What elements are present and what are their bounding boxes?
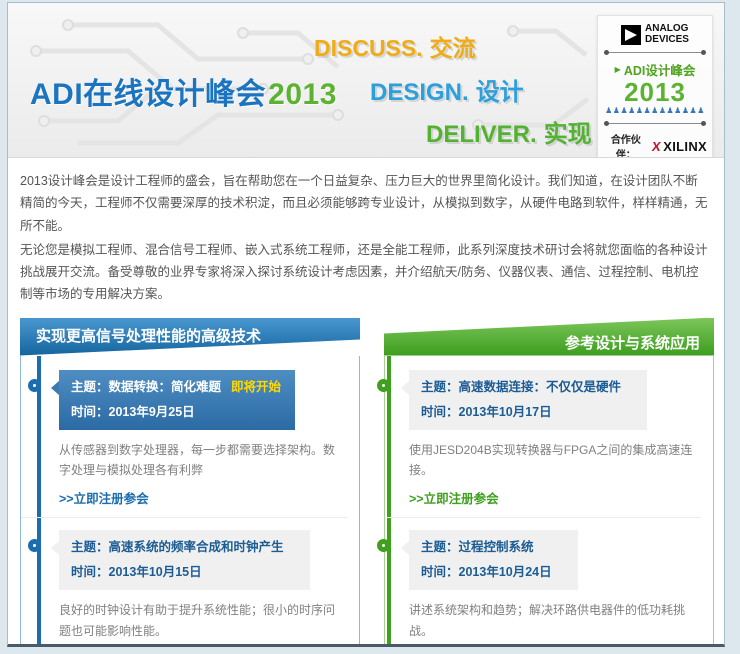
badge-divider xyxy=(606,123,704,124)
tagline-deliver-cn: 实现 xyxy=(544,121,592,148)
tagline-design: DESIGN. 设计 xyxy=(370,72,524,107)
register-link-label: 立即注册参会 xyxy=(74,492,149,506)
event-year: 2013 xyxy=(603,79,707,106)
session-item: 主题：数据转换：简化难题即将开始 时间：2013年9月25日 从传感器到数字处理… xyxy=(21,370,347,519)
session-topic-box: 主题：过程控制系统 时间：2013年10月24日 xyxy=(409,530,578,590)
badge-divider xyxy=(606,52,704,53)
time-label: 时间： xyxy=(421,405,459,419)
page-title: ADI在线设计峰会2013 xyxy=(30,69,337,113)
time-value: 2013年10月17日 xyxy=(459,405,552,419)
session-columns: 实现更高信号处理性能的高级技术 主题：数据转换：简化难题即将开始 时间：2013… xyxy=(8,316,724,648)
session-item: 主题：高速数据连接：不仅仅是硬件 时间：2013年10月17日 使用JESD20… xyxy=(385,370,701,519)
intro-paragraph-2: 无论您是模拟工程师、混合信号工程师、嵌入式系统工程师，还是全能工程师，此系列深度… xyxy=(20,239,710,306)
tagline-design-en: DESIGN. xyxy=(370,79,469,106)
adi-logo-line1: ANALOG xyxy=(645,24,689,35)
topic-value: 过程控制系统 xyxy=(459,540,534,554)
topic-label: 主题： xyxy=(421,540,459,554)
timeline-node-icon xyxy=(28,539,41,552)
session-description: 讲述系统架构和趋势；解决环路供电器件的低功耗挑战。 xyxy=(409,600,699,641)
page-title-main: ADI在线设计峰会 xyxy=(30,78,266,111)
xilinx-x-icon: X xyxy=(651,139,662,154)
topic-label: 主题： xyxy=(71,380,109,394)
session-topic-box: 主题：数据转换：简化难题即将开始 时间：2013年9月25日 xyxy=(59,370,295,430)
column-left-body: 主题：数据转换：简化难题即将开始 时间：2013年9月25日 从传感器到数字处理… xyxy=(20,356,360,648)
register-link[interactable]: >>立即注册参会 xyxy=(59,488,347,507)
register-link-label: 立即注册参会 xyxy=(424,492,499,506)
starting-soon-badge: 即将开始 xyxy=(231,380,281,394)
event-badge: ANALOG DEVICES ▶ ADI设计峰会 2013 ♟♟♟♟♟♟♟♟♟♟… xyxy=(597,15,713,158)
xilinx-logo-text: XILINX xyxy=(663,139,707,154)
time-value: 2013年9月25日 xyxy=(109,405,195,419)
adi-logo-text: ANALOG DEVICES xyxy=(645,24,689,45)
register-link[interactable]: >>立即注册参会 xyxy=(409,488,701,507)
tagline-deliver-en: DELIVER. xyxy=(426,121,537,148)
page-title-year: 2013 xyxy=(268,78,337,111)
topic-value: 数据转换：简化难题 xyxy=(109,380,222,394)
partner-label: 合作伙伴： xyxy=(603,131,649,158)
column-reference-designs: 参考设计与系统应用 主题：高速数据连接：不仅仅是硬件 时间：2013年10月17… xyxy=(384,318,714,648)
timeline-node-icon xyxy=(28,379,41,392)
topic-value: 高速数据连接：不仅仅是硬件 xyxy=(459,380,622,394)
time-label: 时间： xyxy=(421,565,459,579)
tagline-design-cn: 设计 xyxy=(476,79,524,106)
attendees-chain-icon: ♟♟♟♟♟♟♟♟♟♟♟♟♟ xyxy=(603,107,707,116)
time-label: 时间： xyxy=(71,565,109,579)
intro-paragraph-1: 2013设计峰会是设计工程师的盛会，旨在帮助您在一个日益复杂、压力巨大的世界里简… xyxy=(20,170,710,237)
session-item: 主题：过程控制系统 时间：2013年10月24日 讲述系统架构和趋势；解决环路供… xyxy=(385,530,701,647)
intro-section: 2013设计峰会是设计工程师的盛会，旨在帮助您在一个日益复杂、压力巨大的世界里简… xyxy=(8,158,724,316)
adi-triangle-icon xyxy=(621,25,641,45)
analog-devices-logo: ANALOG DEVICES xyxy=(603,24,707,45)
column-right-title: 参考设计与系统应用 xyxy=(384,318,714,356)
browser-content-frame: ADI在线设计峰会2013 DISCUSS.交流 DESIGN.设计 DELIV… xyxy=(7,2,725,647)
tagline-discuss-cn: 交流 xyxy=(430,35,476,61)
adi-logo-line2: DEVICES xyxy=(645,35,689,46)
tagline-discuss: DISCUSS. 交流 xyxy=(314,29,476,63)
time-value: 2013年10月15日 xyxy=(109,565,202,579)
session-description: 良好的时钟设计有助于提升系统性能；很小的时序问题也可能影响性能。 xyxy=(59,600,345,641)
topic-label: 主题： xyxy=(71,540,109,554)
column-left-title: 实现更高信号处理性能的高级技术 xyxy=(20,318,360,356)
link-prefix: >> xyxy=(59,492,74,506)
tagline-deliver: DELIVER. 实现 xyxy=(426,114,592,149)
session-description: 使用JESD204B实现转换器与FPGA之间的集成高速连接。 xyxy=(409,440,699,481)
column-signal-processing: 实现更高信号处理性能的高级技术 主题：数据转换：简化难题即将开始 时间：2013… xyxy=(20,318,360,648)
topic-label: 主题： xyxy=(421,380,459,394)
play-triangle-icon: ▶ xyxy=(615,65,621,74)
time-label: 时间： xyxy=(71,405,109,419)
session-topic-box: 主题：高速系统的频率合成和时钟产生 时间：2013年10月15日 xyxy=(59,530,310,590)
column-right-body: 主题：高速数据连接：不仅仅是硬件 时间：2013年10月17日 使用JESD20… xyxy=(384,356,714,648)
session-item: 主题：高速系统的频率合成和时钟产生 时间：2013年10月15日 良好的时钟设计… xyxy=(21,530,347,647)
session-description: 从传感器到数字处理器，每一步都需要选择架构。数字处理与模拟处理各有利弊 xyxy=(59,440,345,481)
partner-row: 合作伙伴： X XILINX xyxy=(603,131,707,158)
time-value: 2013年10月24日 xyxy=(459,565,552,579)
timeline-node-icon xyxy=(377,379,390,392)
tagline-discuss-en: DISCUSS. xyxy=(314,35,423,61)
topic-value: 高速系统的频率合成和时钟产生 xyxy=(109,540,284,554)
header-banner: ADI在线设计峰会2013 DISCUSS.交流 DESIGN.设计 DELIV… xyxy=(8,3,724,158)
session-topic-box: 主题：高速数据连接：不仅仅是硬件 时间：2013年10月17日 xyxy=(409,370,647,430)
timeline-node-icon xyxy=(377,539,390,552)
link-prefix: >> xyxy=(409,492,424,506)
